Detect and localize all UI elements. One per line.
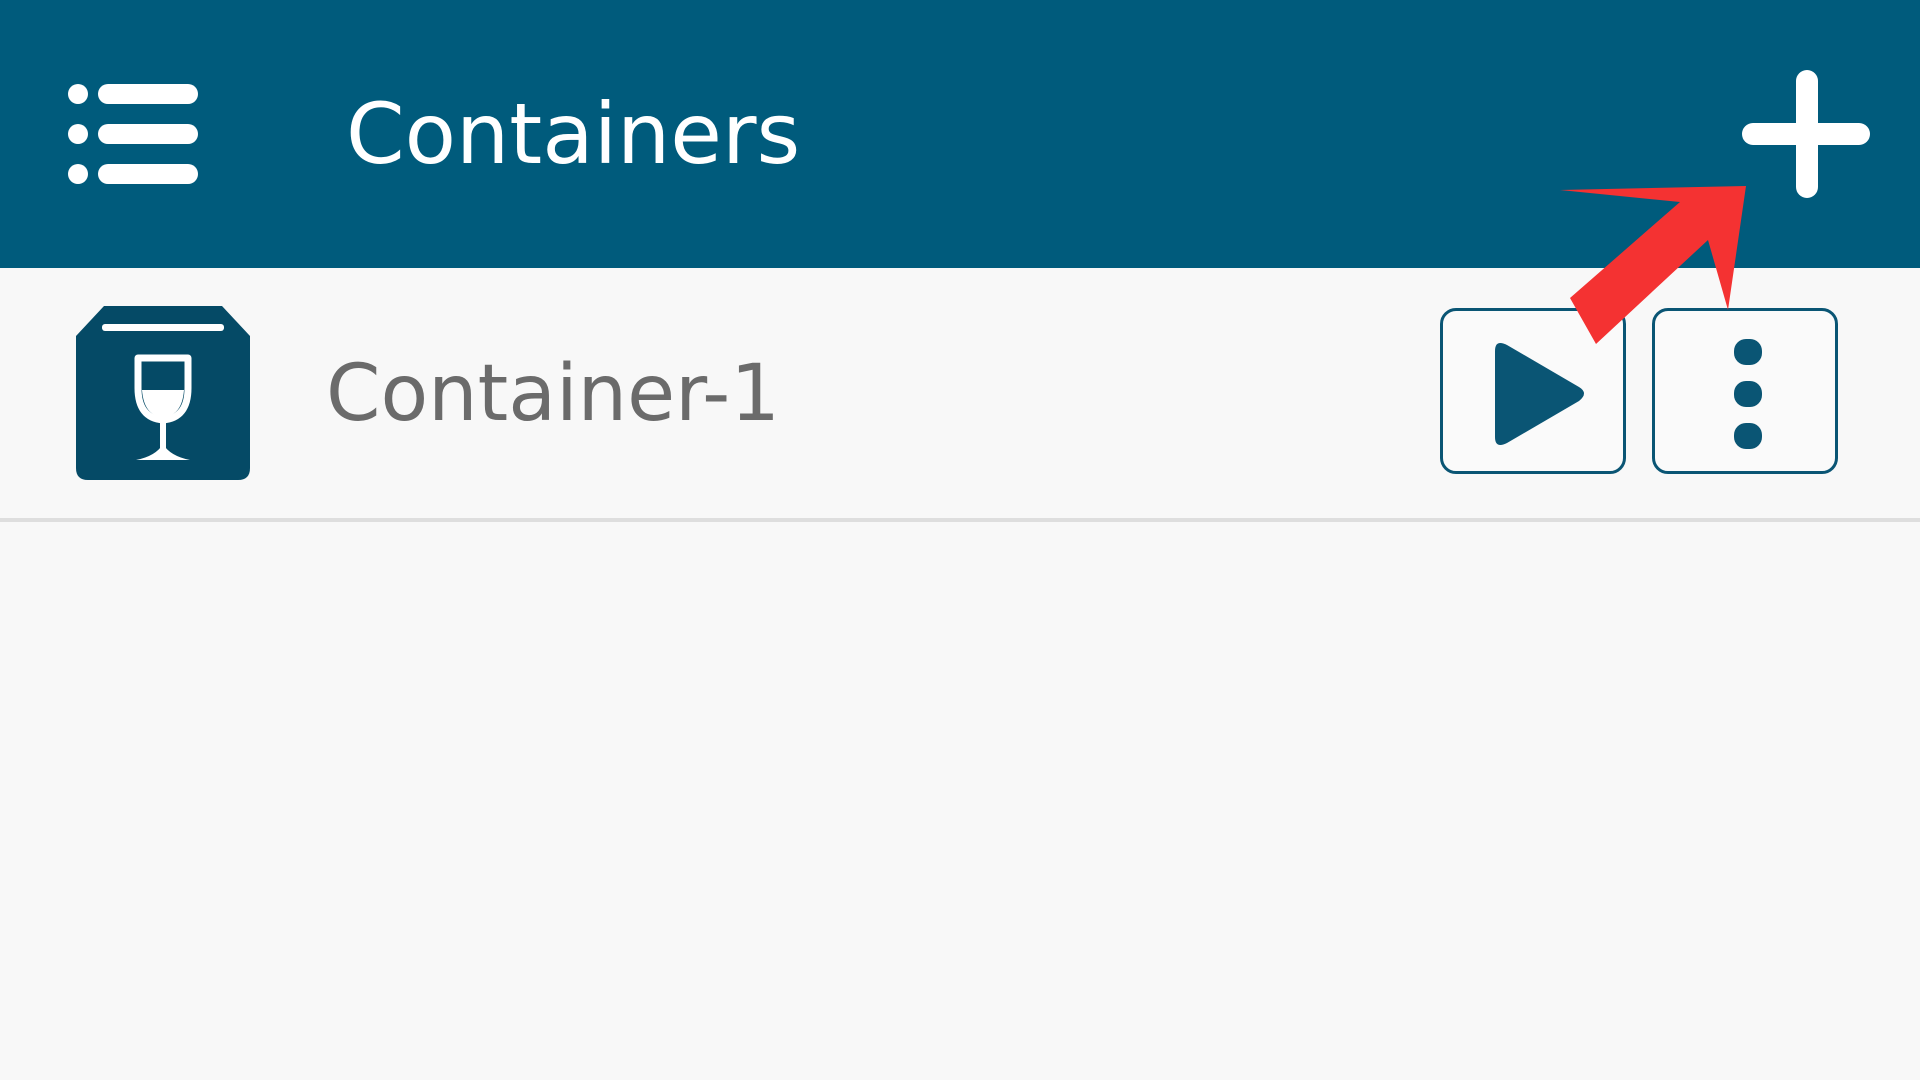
add-container-button[interactable] [1740, 68, 1872, 200]
start-container-button[interactable] [1440, 308, 1626, 474]
app-bar: Containers [0, 0, 1920, 268]
container-options-button[interactable] [1652, 308, 1838, 474]
plus-icon [1742, 70, 1870, 198]
play-icon [1495, 343, 1584, 445]
page-title: Containers [346, 85, 801, 183]
list-item[interactable]: Container-1 [0, 268, 1920, 522]
container-name: Container-1 [326, 349, 780, 439]
menu-button[interactable] [66, 78, 202, 190]
more-vertical-icon [1734, 339, 1762, 449]
container-list: Container-1 [0, 268, 1920, 522]
wine-glass-container-icon [76, 306, 250, 480]
menu-list-icon [68, 84, 198, 184]
